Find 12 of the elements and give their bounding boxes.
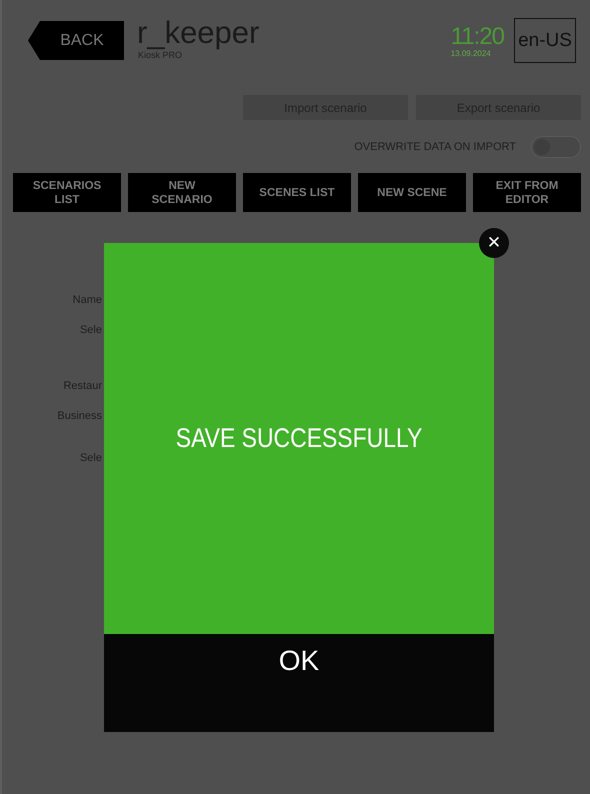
nav-button[interactable]: SCENARIOS LIST [13,173,121,212]
nav-button[interactable]: EXIT FROM EDITOR [473,173,581,212]
ok-button[interactable]: OK [104,634,494,732]
clock-time: 11:20 [450,25,504,49]
nav-button[interactable]: NEW SCENARIO [128,173,236,212]
overwrite-toggle[interactable] [531,136,581,158]
back-button[interactable]: BACK [28,21,124,60]
nav-button[interactable]: SCENES LIST [243,173,351,212]
nav-button[interactable]: NEW SCENE [358,173,466,212]
close-button[interactable]: ✕ [479,228,509,258]
dialog-message: SAVE SUCCESSFULLY [176,423,422,454]
clock-date: 13.09.2024 [450,49,492,58]
